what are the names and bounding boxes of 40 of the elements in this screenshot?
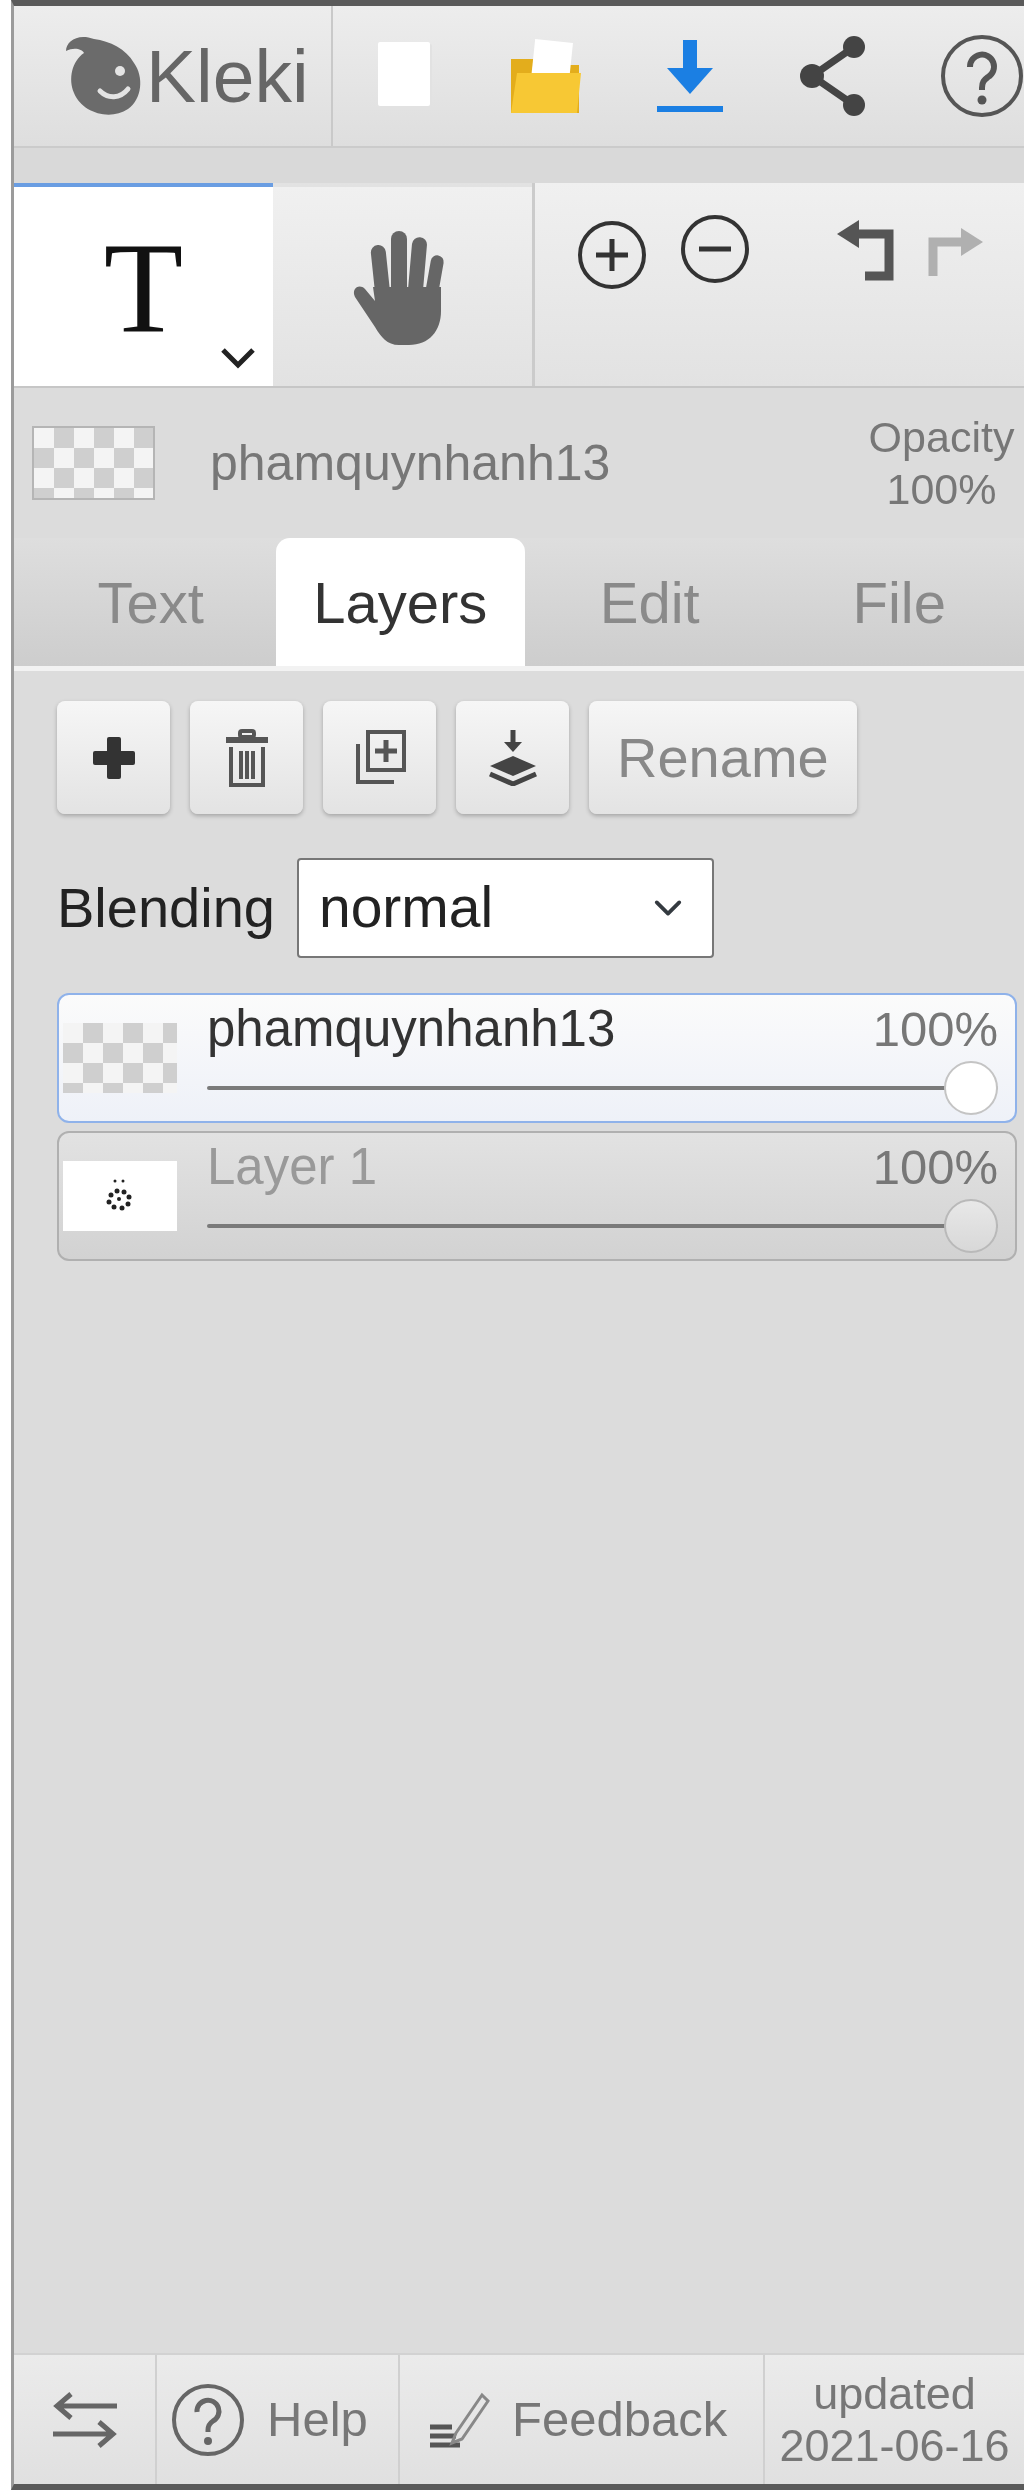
layer-row[interactable]: Layer 1 100% — [57, 1131, 1017, 1261]
merge-layer-button[interactable] — [456, 701, 569, 814]
add-layer-button[interactable] — [57, 701, 170, 814]
app-logo-text: Kleki — [146, 38, 309, 114]
help-icon[interactable] — [940, 34, 1024, 118]
layer-name-text: Layer 1 — [207, 1139, 378, 1195]
layer-name-text: phamquynhanh13 — [207, 1001, 616, 1057]
slider-thumb[interactable] — [944, 1061, 998, 1115]
share-icon[interactable] — [797, 35, 868, 117]
layer-opacity-text: 100% — [872, 1139, 998, 1195]
update-date-text: 2021-06-16 — [779, 2419, 1010, 2472]
trash-icon — [224, 728, 269, 787]
blending-label: Blending — [57, 875, 275, 941]
swap-arrows-icon[interactable] — [50, 2391, 119, 2448]
blending-select[interactable]: normal — [296, 858, 714, 958]
duplicate-layer-button[interactable] — [323, 701, 436, 814]
slider-thumb[interactable] — [944, 1199, 998, 1253]
layers-arrow-icon — [487, 729, 538, 786]
caret-icon — [219, 346, 257, 370]
tab[interactable]: Text — [26, 538, 276, 666]
opacity-slider[interactable] — [207, 1199, 998, 1253]
opacity-label: Opacity — [868, 412, 1015, 463]
updated-label: updated — [813, 2367, 976, 2420]
zoom-in-icon[interactable] — [576, 219, 648, 291]
layer-name-text: phamquynhanh13 — [210, 434, 611, 493]
plus-icon — [92, 736, 135, 779]
tab[interactable]: Layers — [275, 538, 525, 666]
tab[interactable]: File — [774, 538, 1024, 666]
opacity-value: 100% — [886, 464, 997, 515]
layer-row[interactable]: phamquynhanh13 100% — [57, 993, 1017, 1123]
opacity-slider[interactable] — [207, 1061, 998, 1115]
tab[interactable]: Edit — [525, 538, 775, 666]
download-icon[interactable] — [655, 38, 725, 114]
rename-button[interactable]: Rename — [589, 701, 857, 814]
delete-layer-button[interactable] — [190, 701, 303, 814]
text-tool-button[interactable]: T — [14, 183, 273, 386]
layer-opacity-text: 100% — [872, 1001, 998, 1057]
zoom-out-icon[interactable] — [679, 213, 751, 285]
help-icon — [171, 2382, 245, 2457]
copy-plus-icon — [353, 729, 406, 786]
